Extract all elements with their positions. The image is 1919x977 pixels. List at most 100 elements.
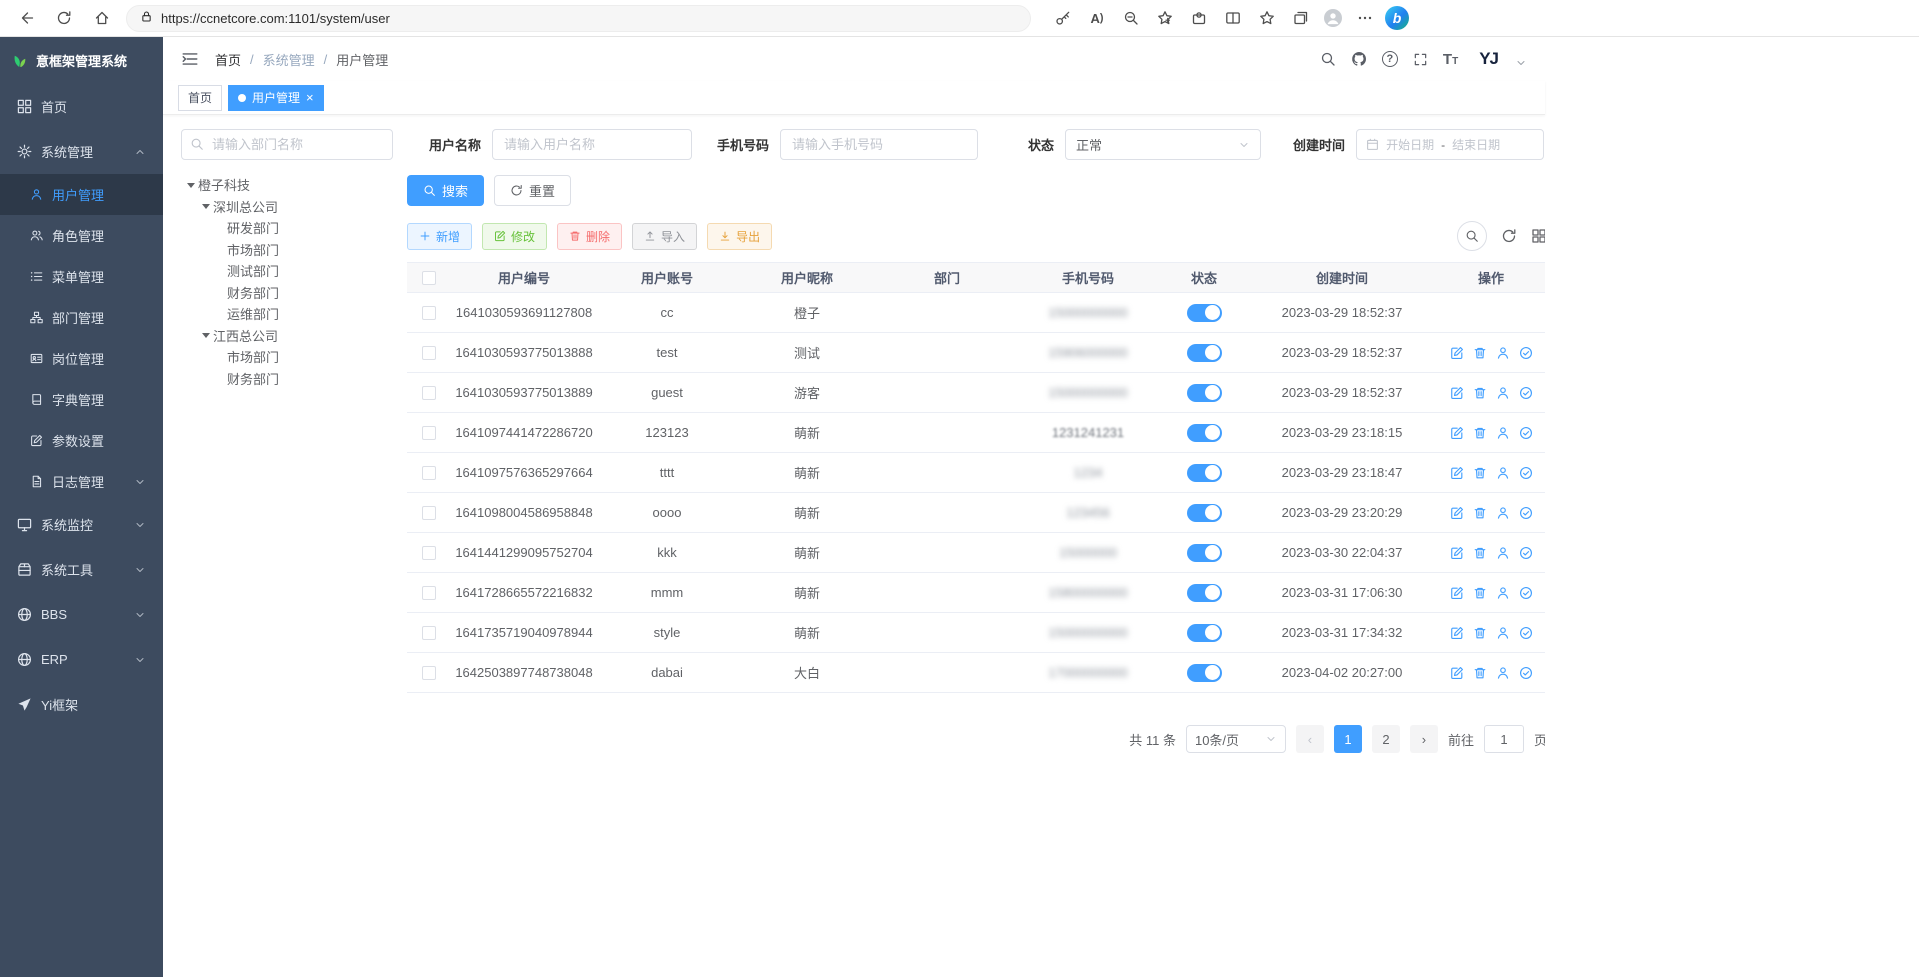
- reset-password-icon[interactable]: [1496, 386, 1510, 400]
- delete-row-icon[interactable]: [1473, 346, 1487, 360]
- status-toggle[interactable]: [1187, 504, 1222, 522]
- row-checkbox[interactable]: [407, 506, 451, 520]
- favorites-bar-icon[interactable]: [1253, 4, 1281, 32]
- assign-role-icon[interactable]: [1519, 346, 1533, 360]
- sidebar-item-dict-mgmt[interactable]: 字典管理: [0, 379, 163, 420]
- date-range-picker[interactable]: 开始日期 - 结束日期: [1356, 129, 1544, 160]
- toggle-search-icon[interactable]: [1457, 221, 1487, 251]
- page-size-select[interactable]: 10条/页: [1186, 725, 1286, 753]
- sidebar-item-post-mgmt[interactable]: 岗位管理: [0, 338, 163, 379]
- font-size-icon[interactable]: TT: [1443, 51, 1458, 68]
- reset-password-icon[interactable]: [1496, 506, 1510, 520]
- username-input[interactable]: [492, 129, 692, 160]
- status-toggle[interactable]: [1187, 584, 1222, 602]
- reset-password-icon[interactable]: [1496, 466, 1510, 480]
- assign-role-icon[interactable]: [1519, 626, 1533, 640]
- tree-node[interactable]: 市场部门: [181, 239, 393, 261]
- delete-row-icon[interactable]: [1473, 626, 1487, 640]
- phone-input[interactable]: [780, 129, 978, 160]
- delete-row-icon[interactable]: [1473, 666, 1487, 680]
- tree-node[interactable]: 深圳总公司: [181, 196, 393, 218]
- column-settings-icon[interactable]: [1531, 228, 1545, 244]
- sidebar-item-param-settings[interactable]: 参数设置: [0, 420, 163, 461]
- status-toggle[interactable]: [1187, 344, 1222, 362]
- sidebar-item-role-mgmt[interactable]: 角色管理: [0, 215, 163, 256]
- sidebar-item-user-mgmt[interactable]: 用户管理: [0, 174, 163, 215]
- prev-page-button[interactable]: ‹: [1296, 725, 1324, 753]
- status-toggle[interactable]: [1187, 304, 1222, 322]
- assign-role-icon[interactable]: [1519, 426, 1533, 440]
- password-key-icon[interactable]: [1049, 4, 1077, 32]
- tab-user-mgmt[interactable]: 用户管理 ×: [228, 85, 324, 111]
- favorites-add-icon[interactable]: [1151, 4, 1179, 32]
- next-page-button[interactable]: ›: [1410, 725, 1438, 753]
- edit-row-icon[interactable]: [1450, 506, 1464, 520]
- zoom-out-icon[interactable]: [1117, 4, 1145, 32]
- user-logo[interactable]: YJ: [1479, 49, 1498, 69]
- sidebar-item-monitor[interactable]: 系统监控: [0, 502, 163, 547]
- sidebar-item-home[interactable]: 首页: [0, 84, 163, 129]
- collapse-sidebar-icon[interactable]: [181, 50, 199, 68]
- tree-node[interactable]: 研发部门: [181, 217, 393, 239]
- export-button[interactable]: 导出: [707, 223, 772, 250]
- more-menu-icon[interactable]: [1351, 4, 1379, 32]
- tree-node[interactable]: 江西总公司: [181, 325, 393, 347]
- sidebar-item-erp[interactable]: ERP: [0, 637, 163, 682]
- assign-role-icon[interactable]: [1519, 666, 1533, 680]
- assign-role-icon[interactable]: [1519, 466, 1533, 480]
- search-icon[interactable]: [1320, 51, 1336, 67]
- edit-row-icon[interactable]: [1450, 586, 1464, 600]
- refresh-table-icon[interactable]: [1501, 228, 1517, 244]
- delete-row-icon[interactable]: [1473, 386, 1487, 400]
- edit-button[interactable]: 修改: [482, 223, 547, 250]
- reset-password-icon[interactable]: [1496, 426, 1510, 440]
- status-toggle[interactable]: [1187, 664, 1222, 682]
- address-bar[interactable]: https://ccnetcore.com:1101/system/user: [126, 5, 1031, 32]
- row-checkbox[interactable]: [407, 306, 451, 320]
- profile-avatar[interactable]: [1321, 6, 1345, 30]
- reset-password-icon[interactable]: [1496, 626, 1510, 640]
- tree-node[interactable]: 财务部门: [181, 282, 393, 304]
- row-checkbox[interactable]: [407, 346, 451, 360]
- row-checkbox[interactable]: [407, 666, 451, 680]
- sidebar-item-tools[interactable]: 系统工具: [0, 547, 163, 592]
- sidebar-item-dept-mgmt[interactable]: 部门管理: [0, 297, 163, 338]
- edit-row-icon[interactable]: [1450, 346, 1464, 360]
- reset-password-icon[interactable]: [1496, 546, 1510, 560]
- extensions-icon[interactable]: [1185, 4, 1213, 32]
- status-toggle[interactable]: [1187, 464, 1222, 482]
- row-checkbox[interactable]: [407, 626, 451, 640]
- delete-row-icon[interactable]: [1473, 586, 1487, 600]
- delete-button[interactable]: 删除: [557, 223, 622, 250]
- close-tab-icon[interactable]: ×: [306, 91, 314, 104]
- edit-row-icon[interactable]: [1450, 626, 1464, 640]
- fullscreen-icon[interactable]: [1413, 52, 1428, 67]
- status-select[interactable]: 正常: [1065, 129, 1261, 160]
- delete-row-icon[interactable]: [1473, 426, 1487, 440]
- tree-node[interactable]: 橙子科技: [181, 174, 393, 196]
- edit-row-icon[interactable]: [1450, 546, 1464, 560]
- bing-icon[interactable]: b: [1385, 6, 1409, 30]
- edit-row-icon[interactable]: [1450, 386, 1464, 400]
- delete-row-icon[interactable]: [1473, 546, 1487, 560]
- help-icon[interactable]: ?: [1382, 51, 1398, 67]
- assign-role-icon[interactable]: [1519, 386, 1533, 400]
- page-button[interactable]: 2: [1372, 725, 1400, 753]
- reset-password-icon[interactable]: [1496, 346, 1510, 360]
- status-toggle[interactable]: [1187, 624, 1222, 642]
- refresh-icon[interactable]: [50, 4, 78, 32]
- tree-node[interactable]: 财务部门: [181, 368, 393, 390]
- reset-password-icon[interactable]: [1496, 666, 1510, 680]
- status-toggle[interactable]: [1187, 384, 1222, 402]
- edit-row-icon[interactable]: [1450, 466, 1464, 480]
- tree-node[interactable]: 测试部门: [181, 260, 393, 282]
- sidebar-item-menu-mgmt[interactable]: 菜单管理: [0, 256, 163, 297]
- assign-role-icon[interactable]: [1519, 506, 1533, 520]
- tree-node[interactable]: 运维部门: [181, 303, 393, 325]
- status-toggle[interactable]: [1187, 424, 1222, 442]
- breadcrumb-home[interactable]: 首页: [215, 50, 241, 69]
- sidebar-item-bbs[interactable]: BBS: [0, 592, 163, 637]
- status-toggle[interactable]: [1187, 544, 1222, 562]
- split-screen-icon[interactable]: [1219, 4, 1247, 32]
- sidebar-item-system[interactable]: 系统管理: [0, 129, 163, 174]
